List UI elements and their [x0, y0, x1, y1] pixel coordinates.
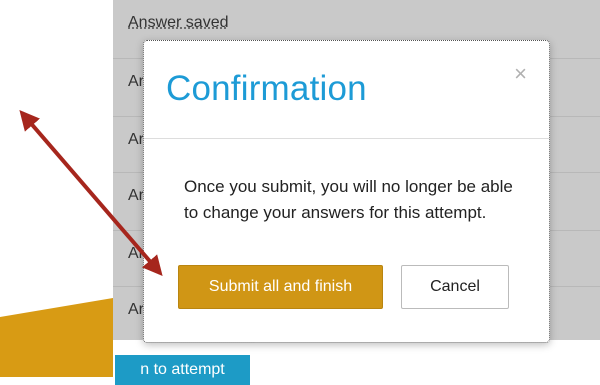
dialog-title: Confirmation	[166, 69, 367, 108]
return-to-attempt-button: n to attempt	[115, 355, 250, 385]
cancel-button[interactable]: Cancel	[401, 265, 509, 309]
close-icon[interactable]: ×	[514, 63, 527, 85]
summary-row-status: Ar	[128, 131, 144, 148]
summary-row-status: Ar	[128, 187, 144, 204]
confirmation-dialog: Confirmation × Once you submit, you will…	[143, 40, 550, 343]
dialog-message: Once you submit, you will no longer be a…	[184, 177, 513, 222]
dialog-header: Confirmation ×	[144, 41, 549, 139]
summary-row-status: Ar	[128, 73, 144, 90]
submit-all-and-finish-button[interactable]: Submit all and finish	[178, 265, 383, 309]
summary-row-status: Ar	[128, 301, 144, 318]
summary-row-status: Ar	[128, 245, 144, 262]
summary-row-status: Answer saved	[128, 14, 229, 31]
